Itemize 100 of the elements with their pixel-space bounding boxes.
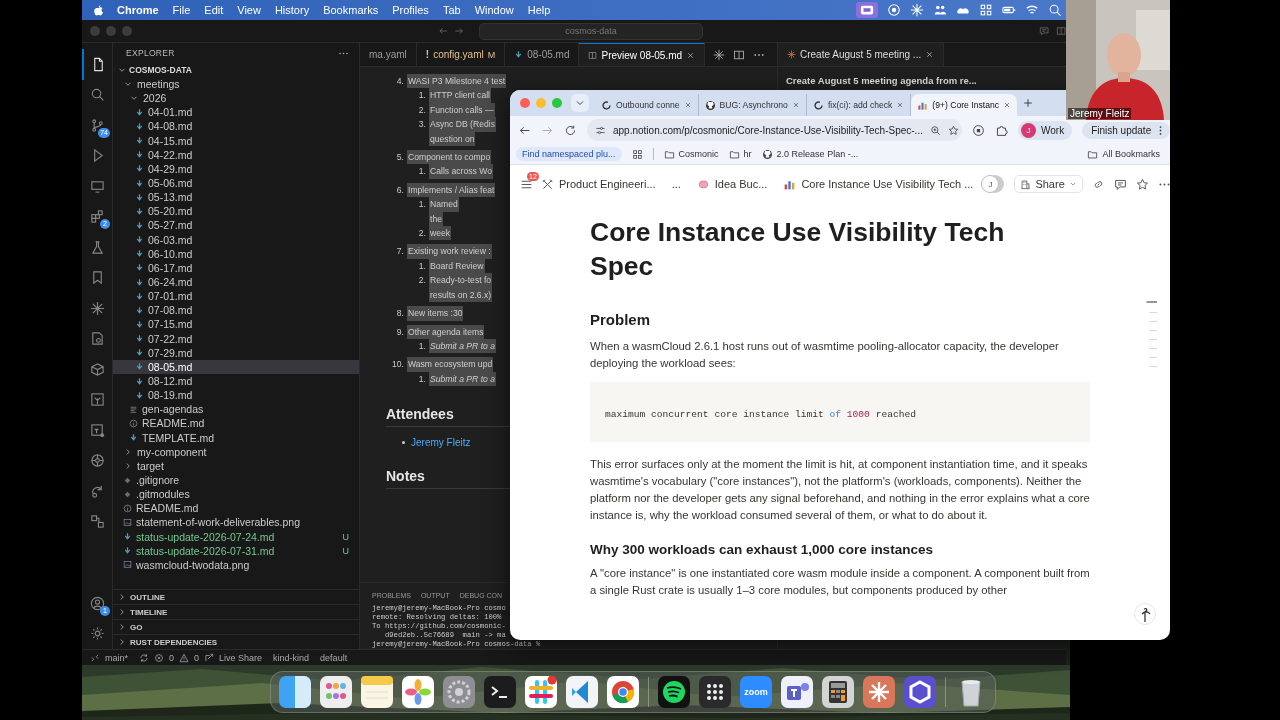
bookmark[interactable]: hr — [728, 148, 752, 160]
warning-mark: ! — [425, 49, 430, 60]
section-header[interactable]: OUTLINE — [113, 589, 359, 604]
menu-item[interactable]: Window — [474, 4, 514, 16]
menu-item[interactable]: Profiles — [392, 4, 429, 16]
explorer-entry[interactable]: status-update-2026-07-31.md U — [113, 543, 359, 558]
explorer-entry[interactable]: 05-13.md — [113, 190, 359, 205]
explorer-entry[interactable]: 07-08.md — [113, 303, 359, 318]
list-number: 1. — [417, 372, 426, 386]
editor-tab[interactable]: ! config.yaml M — [416, 43, 506, 66]
explorer-entry[interactable]: 08-19.md — [113, 388, 359, 403]
profile-button[interactable]: J Work — [1018, 120, 1073, 140]
paragraph: This error surfaces only at the moment the limit is hit, at component instantiation time, and it speaks wasmtime's vocabulary ("core instances"), not the platform's (workloads, components). Neither the platform nor the developer gets any signal beforehand, and nothing in the error explains what a core instance is, why the workload consumed several of them, or what to do about it. — [590, 457, 1090, 523]
explorer-folder[interactable]: target — [113, 458, 359, 473]
section-heading: Problem — [590, 311, 651, 328]
menu-item[interactable]: Bookmarks — [323, 4, 379, 16]
breadcrumb-link[interactable]: ... — [671, 178, 681, 190]
explorer-entry[interactable]: 08-12.md — [113, 373, 359, 389]
list-text: Named — [429, 197, 459, 212]
live-share-status[interactable]: Live Share — [219, 652, 263, 663]
explorer-entry[interactable]: 05-27.md — [113, 218, 359, 233]
explorer-entry[interactable]: 04-01.md — [113, 105, 359, 120]
explorer-entry[interactable]: 07-15.md — [113, 317, 359, 332]
explorer-entry[interactable]: 06-17.md — [113, 260, 359, 275]
editor-tab[interactable]: ma.yaml — [360, 43, 417, 66]
menu-item[interactable]: Help — [527, 4, 551, 16]
breadcrumb-link[interactable]: Core Instance Use Visibility Tech ... — [783, 177, 974, 191]
explorer-entry[interactable]: 05-06.md — [113, 176, 359, 191]
list-number: 1. — [417, 165, 426, 179]
bookmark[interactable]: 2.0 Release Plan -... — [761, 148, 859, 160]
list-text: week — [429, 226, 452, 241]
explorer-folder[interactable]: my-component — [113, 444, 359, 459]
list-text: Calls across Wo — [429, 164, 493, 179]
page-title: Core Instance Use Visibility Tech Spec — [590, 216, 1006, 283]
panel-title: EXPLORER — [126, 48, 175, 58]
share-button[interactable]: Share — [1014, 175, 1083, 193]
explorer-entry[interactable]: 06-24.md — [113, 274, 359, 290]
menu-item[interactable]: Tab — [442, 4, 461, 16]
explorer-folder[interactable]: 2026 — [113, 91, 359, 106]
section-header[interactable]: TIMELINE — [113, 604, 359, 619]
explorer-entry[interactable]: 04-08.md — [113, 119, 359, 134]
attendee-link[interactable]: Jeremy Fleitz — [411, 437, 471, 449]
explorer-entry[interactable]: gen-agendas — [113, 402, 359, 417]
list-number: 1. — [417, 89, 426, 103]
bookmark[interactable]: Cosmonic — [663, 148, 719, 160]
list-number: 4. — [395, 75, 404, 88]
branch-status[interactable]: main* — [105, 652, 128, 663]
list-text: Wasm ecosystem upd — [407, 357, 494, 372]
url-text[interactable]: app.notion.com/p/cosmonic/Core-Instance-Use-Visibility-Tech-Spec-... — [613, 124, 923, 136]
profile-label: Work — [1041, 124, 1065, 136]
explorer-entry[interactable]: TEMPLATE.md — [113, 430, 359, 445]
explorer-entry[interactable]: 04-29.md — [113, 161, 359, 176]
namespace-status[interactable]: default — [320, 652, 348, 663]
menu-item[interactable]: View — [237, 4, 261, 16]
command-search-field[interactable]: cosmos-data — [478, 22, 704, 40]
avatar[interactable]: J — [981, 175, 1000, 193]
list-text: HTTP client call — [429, 88, 491, 103]
explorer-entry[interactable]: .gitignore — [113, 472, 359, 488]
menu-item[interactable]: Edit — [204, 4, 224, 16]
menu-item[interactable]: Chrome — [117, 4, 159, 16]
explorer-entry[interactable]: 05-20.md — [113, 204, 359, 219]
workspace-title[interactable]: COSMOS-DATA — [129, 65, 192, 75]
explorer-entry[interactable]: 04-22.md — [113, 147, 359, 162]
editor-tab[interactable]: Preview 08-05.md — [579, 43, 706, 66]
explorer-entry[interactable]: .gitmodules — [113, 487, 359, 502]
explorer-entry[interactable]: README.md — [113, 416, 359, 431]
browser-tab[interactable]: (9+) Core Instanc — [911, 94, 1017, 116]
all-bookmarks[interactable]: All Bookmarks — [1087, 148, 1160, 160]
chat-title: Create August 5 meeting agenda from re... — [785, 74, 978, 88]
error-count[interactable]: 0 — [169, 652, 175, 663]
explorer-entry[interactable]: 06-03.md — [113, 232, 359, 247]
menu-item[interactable]: History — [274, 4, 310, 16]
list-text: Other agenda items — [407, 324, 485, 339]
warning-count[interactable]: 0 — [194, 652, 200, 663]
bookmark[interactable]: Find namespaced plu... — [516, 147, 622, 161]
update-button[interactable]: Finish update — [1082, 121, 1170, 139]
explorer-entry[interactable]: 04-15.md — [113, 133, 359, 148]
avatar: J — [1021, 122, 1036, 138]
menu-item[interactable]: File — [172, 4, 191, 16]
breadcrumb-link[interactable]: Idea Buc... — [696, 177, 768, 191]
explorer-entry[interactable]: statement-of-work-deliverables.png — [113, 515, 359, 530]
list-number: 2. — [417, 274, 426, 288]
explorer-folder[interactable]: meetings — [113, 77, 359, 92]
explorer-entry[interactable]: 07-01.md — [113, 289, 359, 304]
list-number: 2. — [417, 103, 426, 117]
address-bar[interactable]: app.notion.com/p/cosmonic/Core-Instance-Use-Visibility-Tech-Spec-... — [587, 119, 962, 141]
explorer-entry[interactable]: README.md — [113, 501, 359, 516]
list-text: New items :30 — [407, 306, 464, 321]
list-number: 1. — [417, 339, 426, 353]
section-header[interactable]: GO — [113, 619, 359, 634]
explorer-entry[interactable]: wasmcloud-twodata.png — [113, 557, 359, 572]
explorer-entry[interactable]: 08-05.md — [113, 359, 359, 374]
explorer-entry[interactable]: 07-29.md — [113, 345, 359, 360]
editor-tab[interactable]: Create August 5 meeting ... — [778, 43, 945, 66]
breadcrumb-link[interactable]: Product Engineeri... — [541, 177, 656, 191]
git-status: U — [342, 545, 349, 556]
explorer-entry[interactable]: 07-22.md — [113, 331, 359, 346]
context-status[interactable]: kind-kind — [273, 652, 310, 663]
explorer-entry[interactable]: status-update-2026-07-24.md U — [113, 529, 359, 544]
explorer-entry[interactable]: 06-10.md — [113, 246, 359, 261]
